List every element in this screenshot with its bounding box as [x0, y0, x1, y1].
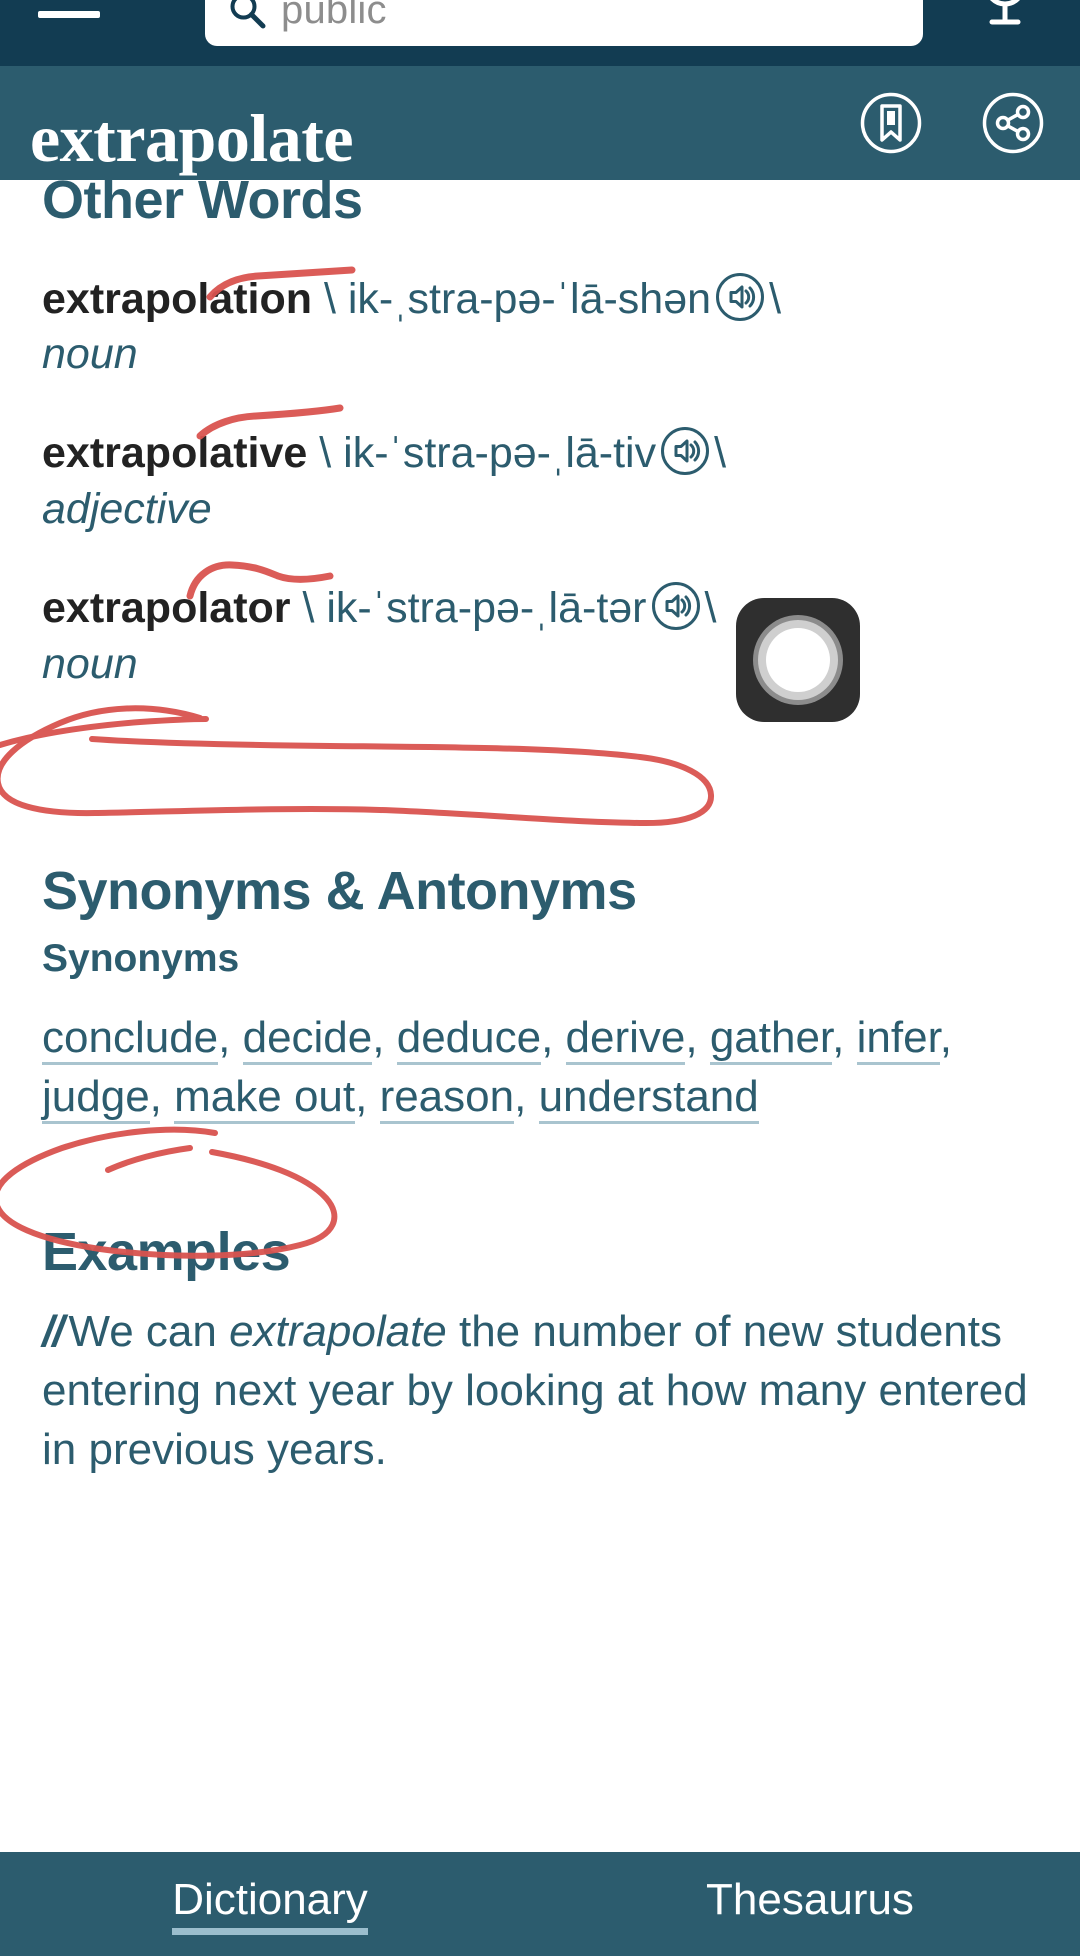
tab-dictionary-label: Dictionary [172, 1875, 368, 1935]
part-of-speech: noun [42, 639, 138, 688]
slash-close: \ [714, 429, 727, 478]
app-root: Other Words extrapolation \ ik-ˌstra-pə-… [0, 0, 1080, 1956]
slash-close: \ [704, 583, 717, 632]
pronunciation: ik-ˈstra-pə-ˌlā-tər [326, 583, 647, 632]
synonym-separator: , [149, 1071, 175, 1121]
top-app-bar: public [0, 0, 1080, 66]
tab-dictionary[interactable]: Dictionary [0, 1852, 540, 1956]
other-words-heading: Other Words [42, 180, 363, 230]
other-word-entry: extrapolator \ ik-ˈstra-pə-ˌlā-tər \ noun [42, 580, 1038, 693]
search-icon [227, 0, 267, 30]
synonym-link[interactable]: deduce [396, 1013, 542, 1066]
share-icon[interactable] [982, 92, 1044, 154]
synonym-link[interactable]: reason [379, 1071, 515, 1124]
other-word-term[interactable]: extrapolative [42, 429, 307, 477]
pronunciation: ik-ˌstra-pə-ˈlā-shən [347, 274, 712, 323]
other-word-line: extrapolator \ ik-ˈstra-pə-ˌlā-tər \ noun [42, 580, 1038, 693]
synonym-separator: , [832, 1013, 857, 1063]
example-sentence: //We can extrapolate the number of new s… [42, 1303, 1038, 1480]
slash-open: \ [302, 583, 315, 632]
search-input[interactable]: public [205, 0, 923, 46]
article-content[interactable]: Other Words extrapolation \ ik-ˌstra-pə-… [0, 180, 1080, 1852]
other-word-entry: extrapolation \ ik-ˌstra-pə-ˈlā-shən \ no… [42, 271, 1038, 384]
other-word-line: extrapolative \ ik-ˈstra-pə-ˌlā-tiv \ adj… [42, 425, 1038, 538]
tab-thesaurus-label: Thesaurus [706, 1875, 914, 1924]
synonym-separator: , [685, 1013, 710, 1063]
part-of-speech: adjective [42, 485, 212, 534]
record-mid-ring [758, 620, 838, 700]
record-core [766, 628, 830, 692]
headword: extrapolate [30, 100, 354, 176]
slash-open: \ [319, 429, 332, 478]
slash-open: \ [323, 274, 336, 323]
speaker-icon[interactable] [651, 581, 701, 631]
search-input-value[interactable]: public [281, 0, 387, 33]
synonyms-list[interactable]: conclude, decide, deduce, derive, gather… [42, 1009, 1038, 1126]
hamburger-menu-icon[interactable] [38, 0, 100, 18]
other-word-entry: extrapolative \ ik-ˈstra-pə-ˌlā-tiv \ adj… [42, 425, 1038, 538]
header-actions [860, 92, 1044, 154]
synonym-link[interactable]: conclude [42, 1013, 219, 1066]
other-word-term[interactable]: extrapolation [42, 275, 312, 323]
speaker-icon[interactable] [715, 272, 765, 322]
synonym-link[interactable]: derive [565, 1013, 686, 1066]
microphone-icon[interactable] [974, 0, 1036, 38]
synonym-link[interactable]: make out [174, 1071, 356, 1124]
synonym-link[interactable]: judge [42, 1071, 150, 1124]
synonym-separator: , [218, 1013, 243, 1063]
slash-close: \ [769, 274, 782, 323]
synonym-link[interactable]: infer [856, 1013, 940, 1066]
bottom-tab-bar: Dictionary Thesaurus [0, 1852, 1080, 1956]
other-word-line: extrapolation \ ik-ˌstra-pə-ˈlā-shən \ no… [42, 271, 1038, 384]
synonym-separator: , [939, 1013, 953, 1063]
word-header-bar: extrapolate [0, 66, 1080, 180]
synonym-separator: , [355, 1071, 380, 1121]
other-word-term[interactable]: extrapolator [42, 584, 291, 632]
bookmark-icon[interactable] [860, 92, 922, 154]
synonym-separator: , [541, 1013, 566, 1063]
synonyms-antonyms-heading: Synonyms & Antonyms [42, 860, 637, 921]
record-outer-ring [753, 615, 843, 705]
synonym-separator: , [372, 1013, 397, 1063]
speaker-icon[interactable] [660, 426, 710, 476]
content-bottom-fade [0, 1826, 1080, 1852]
screen-record-floating-button[interactable] [736, 598, 860, 722]
example-marker: // [42, 1307, 64, 1357]
synonym-link[interactable]: gather [709, 1013, 833, 1066]
examples-heading: Examples [42, 1222, 291, 1283]
pronunciation: ik-ˈstra-pə-ˌlā-tiv [343, 429, 657, 478]
example-keyword: extrapolate [229, 1307, 447, 1357]
synonyms-subheading: Synonyms [42, 937, 240, 981]
synonym-link[interactable]: understand [538, 1071, 759, 1124]
synonym-link[interactable]: decide [242, 1013, 373, 1066]
example-text-before: We can [68, 1307, 230, 1357]
part-of-speech: noun [42, 330, 138, 379]
synonym-separator: , [514, 1071, 539, 1121]
tab-thesaurus[interactable]: Thesaurus [540, 1852, 1080, 1956]
